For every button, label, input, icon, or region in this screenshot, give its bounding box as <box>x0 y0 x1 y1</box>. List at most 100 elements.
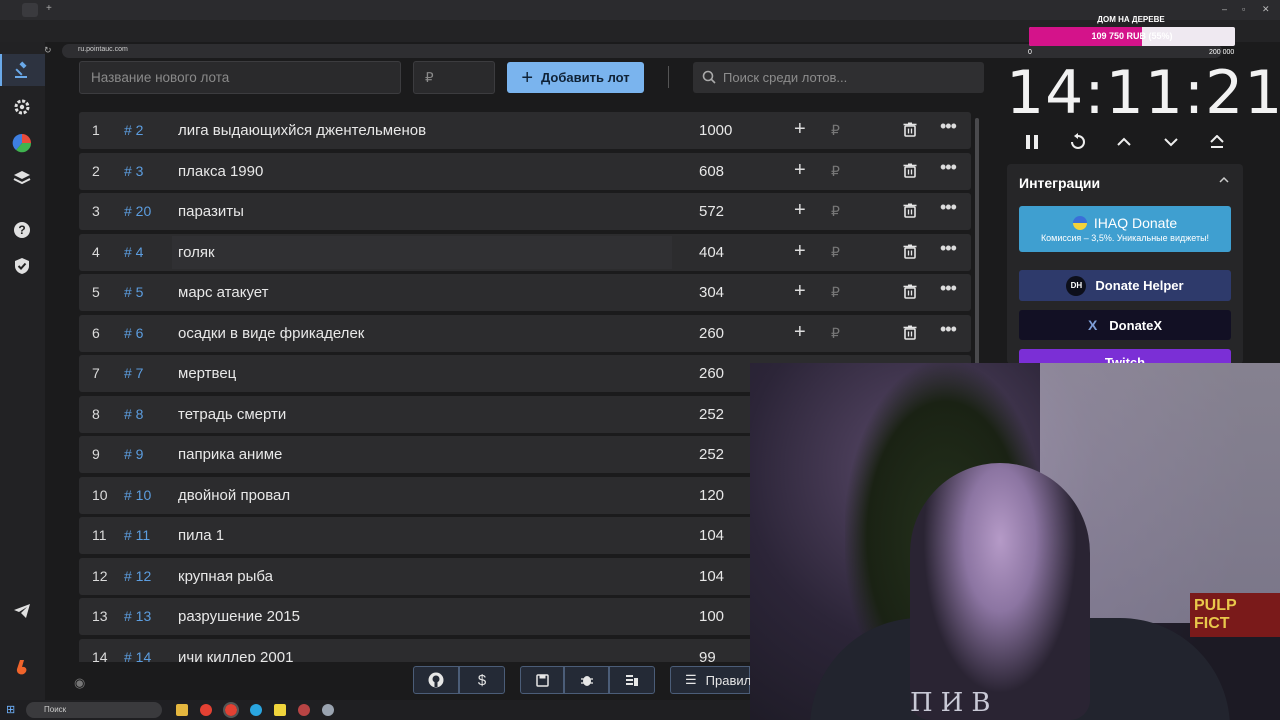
lot-position: 9 <box>92 446 100 462</box>
lot-position: 4 <box>92 243 100 260</box>
delete-lot-trash-icon[interactable] <box>903 203 917 222</box>
maximize-button[interactable]: ▫ <box>1242 4 1245 14</box>
reload-icon[interactable]: ↻ <box>44 45 52 56</box>
lot-rub-input[interactable]: ₽ <box>831 244 840 261</box>
lot-name[interactable]: разрушение 2015 <box>178 608 300 625</box>
lot-position: 10 <box>92 486 108 503</box>
minimize-button[interactable]: – <box>1222 4 1227 14</box>
add-amount-plus-icon[interactable]: + <box>794 280 806 303</box>
add-amount-plus-icon[interactable]: + <box>794 159 806 182</box>
auction-gavel-icon[interactable] <box>11 59 33 81</box>
lot-name[interactable]: плакса 1990 <box>178 163 263 180</box>
telegram-taskbar-icon[interactable] <box>250 704 262 716</box>
add-amount-plus-icon[interactable]: + <box>794 240 806 263</box>
double-chevron-up-icon <box>1210 135 1224 148</box>
lot-name[interactable]: крупная рыба <box>178 568 273 585</box>
chrome-active-icon[interactable] <box>223 702 239 718</box>
reset-timer-button[interactable] <box>1065 129 1091 155</box>
rules-button[interactable]: ☰ Правил <box>670 666 751 694</box>
lot-row[interactable]: 3 # 20 паразиты 572 + ₽ ••• <box>79 193 971 230</box>
chrome-icon[interactable] <box>200 704 212 716</box>
lot-name[interactable]: тетрадь смерти <box>178 406 286 423</box>
add-amount-plus-icon[interactable]: + <box>794 199 806 222</box>
boosty-icon[interactable] <box>11 657 33 679</box>
save-button[interactable] <box>520 666 564 694</box>
url-field[interactable]: ru.pointauc.com <box>62 44 1222 58</box>
donate-helper-button[interactable]: DH Donate Helper <box>1019 270 1231 301</box>
shield-icon[interactable] <box>11 255 33 277</box>
collapse-chevron-icon[interactable] <box>1219 176 1229 184</box>
delete-lot-trash-icon[interactable] <box>903 325 917 344</box>
more-options-icon[interactable]: ••• <box>940 319 957 340</box>
ihaq-donate-button[interactable]: IHAQ Donate Комиссия – 3,5%. Уникальные … <box>1019 206 1231 252</box>
twitch-button[interactable]: Twitch <box>1019 349 1231 364</box>
taskbar-search[interactable]: Поиск <box>26 702 162 718</box>
layers-icon[interactable] <box>11 167 33 189</box>
more-options-icon[interactable]: ••• <box>940 157 957 178</box>
lot-name[interactable]: паразиты <box>178 203 244 220</box>
lot-name[interactable]: мертвец <box>178 365 236 382</box>
delete-lot-trash-icon[interactable] <box>903 122 917 141</box>
lot-name-edit-area[interactable] <box>172 235 672 269</box>
add-amount-plus-icon[interactable]: + <box>794 118 806 141</box>
bug-report-button[interactable] <box>564 666 609 694</box>
folder-icon[interactable] <box>176 704 188 716</box>
lot-id: # 7 <box>124 365 144 381</box>
add-lot-button[interactable]: + Добавить лот <box>507 62 644 93</box>
help-icon[interactable]: ? <box>11 219 33 241</box>
lot-row[interactable]: 1 # 2 лига выдающихйся джентельменов 1000 + ₽… <box>79 112 971 149</box>
lot-row[interactable]: 5 # 5 марс атакует 304 + ₽ ••• <box>79 274 971 311</box>
lot-row[interactable]: 2 # 3 плакса 1990 608 + ₽ ••• <box>79 152 971 190</box>
clear-list-button[interactable] <box>609 666 655 694</box>
lot-name[interactable]: голяк <box>178 244 215 261</box>
donatex-label: DonateX <box>1109 317 1163 333</box>
lot-rub-input[interactable]: ₽ <box>831 203 840 220</box>
start-icon[interactable]: ⊞ <box>6 703 15 716</box>
add-time-button[interactable] <box>1111 129 1137 155</box>
lot-name[interactable]: паприка аниме <box>178 446 282 463</box>
lot-rub-input[interactable]: ₽ <box>831 284 840 301</box>
delete-lot-trash-icon[interactable] <box>903 244 917 263</box>
add-amount-plus-icon[interactable]: + <box>794 321 806 344</box>
add-time-double-button[interactable] <box>1204 129 1230 155</box>
subtract-time-button[interactable] <box>1158 129 1184 155</box>
settings-gear-icon[interactable] <box>11 96 33 118</box>
lot-rub-input[interactable]: ₽ <box>831 122 840 139</box>
browser-tab[interactable] <box>22 3 38 17</box>
more-options-icon[interactable]: ••• <box>940 116 957 137</box>
donatex-button[interactable]: X DonateX <box>1019 310 1231 340</box>
wheel-chart-icon[interactable] <box>11 132 33 154</box>
lot-name[interactable]: двойной провал <box>178 487 290 504</box>
lot-row[interactable]: 6 # 6 осадки в виде фрикаделек 260 + ₽ ••• <box>79 314 971 352</box>
lot-position: 3 <box>92 203 100 219</box>
lot-name[interactable]: пила 1 <box>178 527 224 544</box>
lot-amount: 100 <box>699 608 725 625</box>
lot-name-input[interactable]: Название нового лота <box>79 61 401 94</box>
more-options-icon[interactable]: ••• <box>940 278 957 299</box>
delete-lot-trash-icon[interactable] <box>903 163 917 182</box>
close-window-button[interactable]: ✕ <box>1262 4 1270 15</box>
more-options-icon[interactable]: ••• <box>940 238 957 259</box>
lot-row[interactable]: 4 # 4 голяк 404 + ₽ ••• <box>79 233 971 271</box>
pause-button[interactable] <box>1019 129 1045 155</box>
more-options-icon[interactable]: ••• <box>940 197 957 218</box>
github-button[interactable] <box>413 666 459 694</box>
misc-taskbar-icon[interactable] <box>322 704 334 716</box>
lot-search-input[interactable]: Поиск среди лотов... <box>693 62 984 93</box>
lot-rub-input[interactable]: ₽ <box>831 163 840 180</box>
donate-button[interactable]: $ <box>459 666 505 694</box>
lot-name[interactable]: осадки в виде фрикаделек <box>178 325 364 342</box>
lot-name[interactable]: ичи киллер 2001 <box>178 649 293 663</box>
eye-icon[interactable]: ◉ <box>74 675 85 691</box>
lot-name[interactable]: лига выдающихйся джентельменов <box>178 122 426 139</box>
lot-amount-input[interactable]: ₽ <box>413 61 495 94</box>
new-tab-button[interactable]: + <box>46 3 52 14</box>
lot-amount: 252 <box>699 446 725 463</box>
delete-lot-trash-icon[interactable] <box>903 284 917 303</box>
lot-name[interactable]: марс атакует <box>178 284 269 301</box>
obs-taskbar-icon[interactable] <box>298 704 310 716</box>
goal-progress-label: 109 750 RUB (55%) <box>1091 31 1173 41</box>
lot-rub-input[interactable]: ₽ <box>831 325 840 342</box>
app-taskbar-icon[interactable] <box>274 704 286 716</box>
telegram-icon[interactable] <box>11 600 33 622</box>
